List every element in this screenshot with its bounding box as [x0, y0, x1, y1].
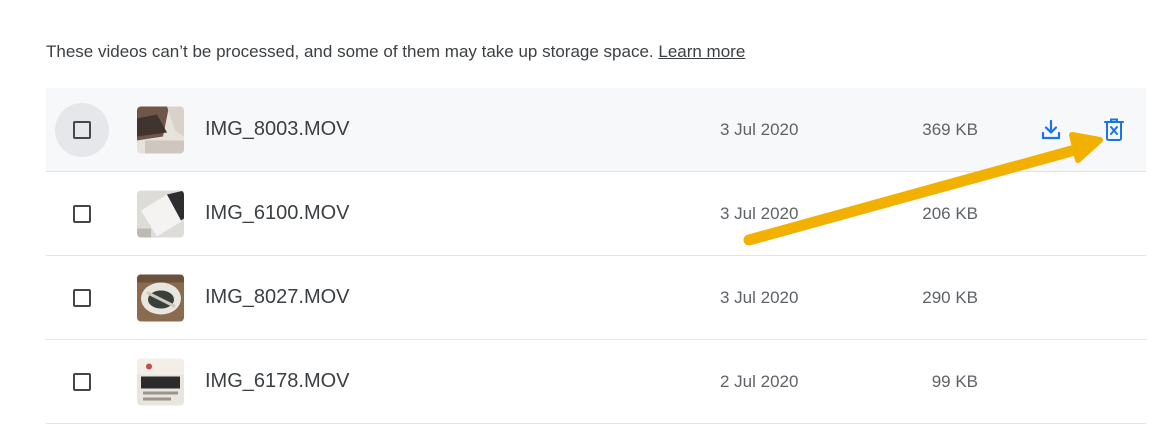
select-checkbox[interactable]	[73, 120, 91, 139]
video-date: 2 Jul 2020	[720, 371, 799, 391]
video-date: 3 Jul 2020	[720, 287, 799, 307]
video-thumbnail[interactable]	[137, 358, 184, 405]
select-checkbox[interactable]	[73, 372, 91, 391]
video-date: 3 Jul 2020	[720, 119, 799, 139]
video-size: 369 KB	[922, 119, 978, 139]
row-checkbox-hover-area[interactable]	[55, 187, 109, 241]
video-filename: IMG_8003.MOV	[205, 118, 350, 140]
video-row[interactable]: IMG_6100.MOV 3 Jul 2020 206 KB	[46, 172, 1146, 256]
video-filename: IMG_6178.MOV	[205, 370, 350, 392]
video-row[interactable]: IMG_8027.MOV 3 Jul 2020 290 KB	[46, 256, 1146, 340]
select-checkbox[interactable]	[73, 204, 91, 223]
video-size: 290 KB	[922, 287, 978, 307]
video-thumbnail[interactable]	[137, 190, 184, 237]
video-date: 3 Jul 2020	[720, 203, 799, 223]
video-list: IMG_8003.MOV 3 Jul 2020 369 KB IMG_6100.…	[46, 88, 1146, 424]
select-checkbox[interactable]	[73, 288, 91, 307]
info-notice: These videos can’t be processed, and som…	[46, 42, 745, 62]
download-icon	[1041, 119, 1061, 139]
row-checkbox-hover-area[interactable]	[55, 271, 109, 325]
video-filename: IMG_8027.MOV	[205, 286, 350, 308]
video-filename: IMG_6100.MOV	[205, 202, 350, 224]
video-thumbnail[interactable]	[137, 106, 184, 153]
notice-text: These videos can’t be processed, and som…	[46, 42, 654, 61]
delete-button[interactable]	[1099, 115, 1129, 145]
download-button[interactable]	[1036, 115, 1066, 145]
row-checkbox-hover-area[interactable]	[55, 355, 109, 409]
video-size: 99 KB	[931, 371, 978, 391]
delete-icon	[1104, 118, 1124, 141]
video-thumbnail[interactable]	[137, 274, 184, 321]
video-size: 206 KB	[922, 203, 978, 223]
learn-more-link[interactable]: Learn more	[658, 42, 745, 61]
row-checkbox-hover-area[interactable]	[55, 102, 109, 157]
video-row[interactable]: IMG_8003.MOV 3 Jul 2020 369 KB	[46, 88, 1146, 172]
video-row[interactable]: IMG_6178.MOV 2 Jul 2020 99 KB	[46, 340, 1146, 424]
